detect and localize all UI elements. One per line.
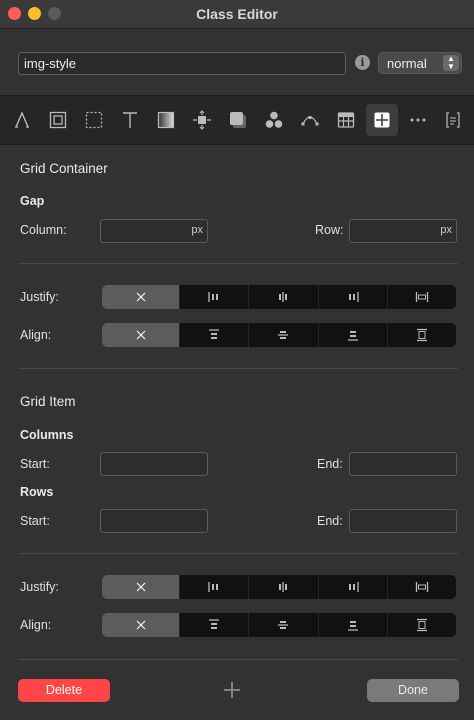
box-icon[interactable] xyxy=(42,104,74,136)
divider xyxy=(18,368,458,369)
item-align-label: Align: xyxy=(20,618,52,632)
window-title: Class Editor xyxy=(196,6,278,22)
rows-label: Rows xyxy=(20,485,54,499)
chevron-updown-icon: ▲ ▼ xyxy=(443,55,459,71)
grid-item-title: Grid Item xyxy=(20,394,76,409)
grid-icon[interactable] xyxy=(366,104,398,136)
more-icon[interactable] xyxy=(402,104,434,136)
row-start-input[interactable] xyxy=(100,509,208,533)
row-end-label: End: xyxy=(317,514,343,528)
column-start-input[interactable] xyxy=(100,452,208,476)
title-bar: Class Editor xyxy=(0,0,474,29)
row-end-input[interactable] xyxy=(349,509,457,533)
align-none-option[interactable] xyxy=(102,613,180,637)
spacing-icon[interactable] xyxy=(186,104,218,136)
align-start-option[interactable] xyxy=(179,323,248,347)
row-gap-label: Row: xyxy=(315,223,344,237)
align-none-option[interactable] xyxy=(102,323,180,347)
unit-label: px xyxy=(191,224,203,236)
done-button[interactable]: Done xyxy=(367,679,459,702)
divider xyxy=(18,659,458,660)
effects-icon[interactable] xyxy=(258,104,290,136)
justify-center-option[interactable] xyxy=(248,285,317,309)
style-category-toolbar xyxy=(0,95,474,145)
container-justify-segmented xyxy=(102,285,456,309)
item-align-segmented xyxy=(102,613,456,637)
container-align-label: Align: xyxy=(20,328,52,342)
add-icon[interactable] xyxy=(222,680,242,700)
divider xyxy=(18,263,458,264)
text-icon[interactable] xyxy=(114,104,146,136)
border-icon[interactable] xyxy=(78,104,110,136)
align-stretch-option[interactable] xyxy=(386,323,456,347)
justify-end-option[interactable] xyxy=(317,575,387,599)
background-icon[interactable] xyxy=(150,104,182,136)
grid-container-title: Grid Container xyxy=(20,161,108,176)
row-start-label: Start: xyxy=(20,514,50,528)
container-align-segmented xyxy=(102,323,456,347)
row-gap-input[interactable]: px xyxy=(349,219,457,243)
align-start-option[interactable] xyxy=(179,613,248,637)
column-end-label: End: xyxy=(317,457,343,471)
delete-button[interactable]: Delete xyxy=(18,679,110,702)
justify-center-option[interactable] xyxy=(248,575,317,599)
item-justify-label: Justify: xyxy=(20,580,59,594)
state-select[interactable]: normal ▲ ▼ xyxy=(378,52,462,74)
gap-label: Gap xyxy=(20,194,45,208)
justify-none-option[interactable] xyxy=(102,285,180,309)
table-icon[interactable] xyxy=(330,104,362,136)
custom-css-icon[interactable] xyxy=(437,104,469,136)
container-justify-label: Justify: xyxy=(20,290,59,304)
justify-start-option[interactable] xyxy=(179,575,248,599)
justify-end-option[interactable] xyxy=(317,285,387,309)
align-stretch-option[interactable] xyxy=(386,613,456,637)
info-icon[interactable]: i xyxy=(355,55,370,70)
column-end-input[interactable] xyxy=(349,452,457,476)
justify-start-option[interactable] xyxy=(179,285,248,309)
column-gap-label: Column: xyxy=(20,223,67,237)
column-gap-input[interactable]: px xyxy=(100,219,208,243)
columns-label: Columns xyxy=(20,428,74,442)
column-start-label: Start: xyxy=(20,457,50,471)
justify-stretch-option[interactable] xyxy=(386,285,456,309)
transform-icon[interactable] xyxy=(294,104,326,136)
state-select-value: normal xyxy=(387,56,427,71)
justify-stretch-option[interactable] xyxy=(386,575,456,599)
divider xyxy=(18,553,458,554)
typography-icon[interactable] xyxy=(6,104,38,136)
shadow-icon[interactable] xyxy=(222,104,254,136)
align-end-option[interactable] xyxy=(317,323,387,347)
item-justify-segmented xyxy=(102,575,456,599)
align-end-option[interactable] xyxy=(317,613,387,637)
justify-none-option[interactable] xyxy=(102,575,180,599)
align-center-option[interactable] xyxy=(248,613,317,637)
align-center-option[interactable] xyxy=(248,323,317,347)
unit-label: px xyxy=(440,224,452,236)
class-name-input[interactable]: img-style xyxy=(18,52,346,75)
